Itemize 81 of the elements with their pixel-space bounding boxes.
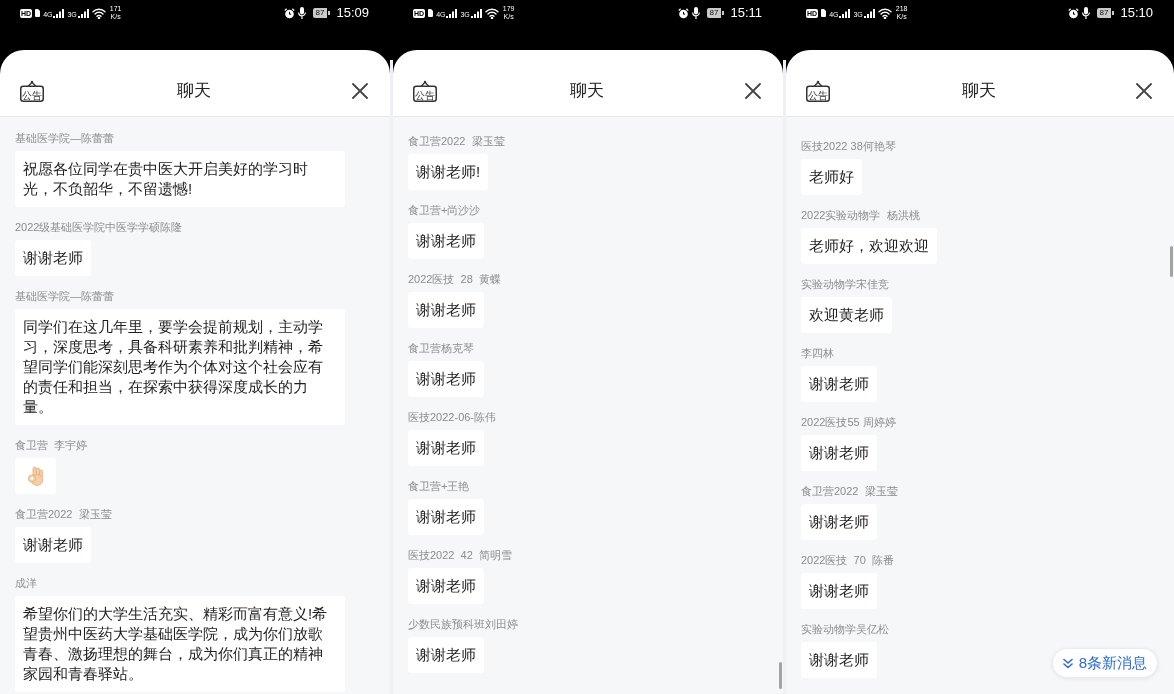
- scrollbar-thumb[interactable]: [779, 662, 782, 689]
- microphone-icon: [297, 7, 306, 19]
- signal-bars-icon: [77, 8, 89, 18]
- notice-button[interactable]: 公告: [20, 80, 44, 102]
- sender-name: 2022医技 28 黄蝶: [408, 272, 501, 287]
- sender-name: 李四林: [801, 346, 834, 361]
- close-button[interactable]: [352, 83, 368, 99]
- notice-button[interactable]: 公告: [413, 80, 437, 102]
- notice-button[interactable]: 公告: [806, 80, 830, 102]
- sender-name: 医技2022 42 简明雪: [408, 548, 512, 563]
- battery-level: 87: [1096, 8, 1115, 18]
- microphone-icon: [1081, 7, 1090, 19]
- chat-message: 谢谢老师: [15, 527, 91, 563]
- sender-name: 食卫营2022 梁玉莹: [801, 484, 898, 499]
- chat-message: 祝愿各位同学在贵中医大开启美好的学习时光，不负韶华，不留遗憾!: [15, 151, 345, 207]
- sender-name: 食卫营 李宇婷: [15, 438, 88, 453]
- chat-message: 谢谢老师: [801, 366, 877, 402]
- double-chevron-down-icon[interactable]: [1062, 657, 1073, 669]
- chat-message: 老师好: [801, 159, 862, 195]
- chat-title: 聊天: [177, 80, 211, 102]
- sender-name: 医技2022 38何艳琴: [801, 139, 896, 154]
- microphone-icon: [691, 7, 700, 19]
- sender-name: 基础医学院—陈蕾蕾: [15, 289, 114, 304]
- alarm-clock-icon: [677, 7, 689, 19]
- chat-message: 谢谢老师: [408, 292, 484, 328]
- sender-name: 2022医技55 周婷婷: [801, 415, 896, 430]
- chat-message: 希望你们的大学生活充实、精彩而富有意义!希望贵州中医药大学基础医学院，成为你们放歌青春、激扬理想的舞台，成为你们真正的精神家园和青春驿站。: [15, 596, 345, 692]
- chat-message: 谢谢老师: [408, 361, 484, 397]
- status-time: 15:10: [1120, 5, 1153, 21]
- sender-name: 食卫营2022 梁玉莹: [15, 507, 112, 522]
- alarm-clock-icon: [283, 7, 295, 19]
- sender-name: 食卫营2022 梁玉莹: [408, 134, 505, 149]
- sender-name: 食卫营+王艳: [408, 479, 470, 494]
- sim-card-icon: [821, 9, 827, 17]
- chat-message: 老师好，欢迎欢迎: [801, 228, 937, 264]
- close-button[interactable]: [745, 83, 761, 99]
- sender-name: 基础医学院—陈蕾蕾: [15, 131, 114, 146]
- scrollbar-thumb[interactable]: [1170, 246, 1173, 277]
- sender-name: 2022医技 70 陈番: [801, 553, 894, 568]
- chat-message: 同学们在这几年里，要学会提前规划，主动学习，深度思考，具备科研素养和批判精神，希望同学们能深刻思考作为个体对这个社会应有的责任和担当，在探索中获得深度成长的力量。: [15, 309, 345, 425]
- sender-name: 实验动物学吴亿松: [801, 622, 889, 637]
- sim-card-icon: [428, 9, 434, 17]
- signal-bars-icon: [839, 8, 851, 18]
- wifi-icon: [484, 7, 499, 19]
- chat-title: 聊天: [962, 80, 996, 102]
- signal-bars-icon: [53, 8, 65, 18]
- battery-level: 87: [706, 8, 725, 18]
- chat-message: 谢谢老师: [801, 642, 877, 678]
- ok-hand-icon: [27, 466, 44, 486]
- sender-name: 食卫营杨克琴: [408, 341, 474, 356]
- sender-name: 少数民族预科班刘田婷: [408, 617, 518, 632]
- battery-level: 87: [312, 8, 331, 18]
- signal-bars-icon: [863, 8, 875, 18]
- sender-name: 2022级基础医学院中医学学硕陈隆: [15, 220, 183, 235]
- chat-message: 谢谢老师: [801, 435, 877, 471]
- signal-bars-icon: [446, 8, 458, 18]
- alarm-clock-icon: [1067, 7, 1079, 19]
- chat-message: 谢谢老师: [801, 573, 877, 609]
- signal-bars-icon: [470, 8, 482, 18]
- chat-message: 谢谢老师!: [408, 154, 489, 190]
- chat-message: 谢谢老师: [408, 568, 484, 604]
- sender-name: 医技2022-06-陈伟: [408, 410, 497, 425]
- sender-name: 食卫营+尚沙沙: [408, 203, 481, 218]
- chat-title: 聊天: [570, 80, 604, 102]
- chat-message: 谢谢老师: [408, 223, 484, 259]
- sender-name: 成洋: [15, 576, 37, 591]
- new-messages-button[interactable]: 8条新消息: [1051, 648, 1158, 678]
- chat-message: 欢迎黄老师: [801, 297, 892, 333]
- close-button[interactable]: [1136, 83, 1152, 99]
- status-time: 15:09: [336, 5, 369, 21]
- chat-message: 谢谢老师: [408, 430, 484, 466]
- sender-name: 实验动物学宋佳竞: [801, 277, 889, 292]
- wifi-icon: [877, 7, 892, 19]
- wifi-icon: [91, 7, 106, 19]
- chat-message: 谢谢老师: [408, 499, 484, 535]
- chat-message: 谢谢老师: [15, 240, 91, 276]
- sender-name: 2022实验动物学 杨洪桃: [801, 208, 920, 223]
- status-time: 15:11: [730, 5, 762, 21]
- chat-message: 谢谢老师: [408, 637, 484, 673]
- sim-card-icon: [35, 9, 41, 17]
- chat-message: 谢谢老师: [801, 504, 877, 540]
